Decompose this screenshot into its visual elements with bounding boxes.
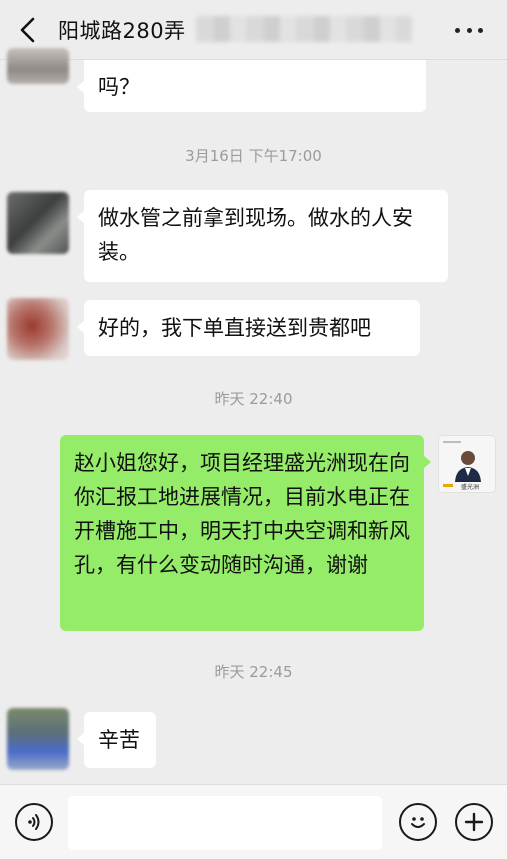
back-button[interactable]: [12, 14, 44, 46]
self-avatar[interactable]: 盛光洲: [438, 435, 496, 493]
plus-button[interactable]: [455, 803, 493, 841]
message-bubble[interactable]: 赵小姐您好，项目经理盛光洲现在向你汇报工地进展情况，目前水电正在开槽施工中，明天…: [60, 435, 431, 631]
contact-avatar[interactable]: [7, 48, 69, 84]
voice-button[interactable]: [15, 803, 53, 841]
message-text: 吗？: [98, 75, 140, 99]
message-bubble[interactable]: 辛苦: [77, 712, 156, 768]
message-input[interactable]: [68, 796, 382, 850]
contact-avatar[interactable]: [7, 708, 69, 770]
message-bubble[interactable]: 做水管之前拿到现场。做水的人安装。: [77, 190, 448, 282]
more-dots-icon: [455, 27, 460, 33]
plus-icon: [464, 812, 484, 832]
emoji-icon: [411, 817, 425, 828]
redacted-title-area: [196, 16, 412, 42]
chevron-left-icon: [20, 17, 35, 43]
self-avatar-name-tag: 盛光洲: [461, 484, 480, 491]
voice-icon: [28, 814, 40, 830]
timestamp: 3月16日 下午17:00: [185, 147, 322, 165]
message-text: 好的，我下单直接送到贵都吧: [98, 316, 371, 340]
chat-header: 阳城路280弄: [0, 0, 507, 60]
contact-avatar[interactable]: [7, 192, 69, 254]
timestamp: 昨天 22:45: [214, 663, 293, 681]
input-bar: [0, 784, 507, 859]
message-bubble[interactable]: 吗？: [77, 60, 426, 112]
contact-avatar[interactable]: [7, 298, 69, 360]
more-button[interactable]: [455, 27, 483, 33]
message-text: 赵小姐您好，项目经理盛光洲现在向你汇报工地进展情况，目前水电正在开槽施工中，明天…: [74, 451, 410, 577]
chat-title: 阳城路280弄: [58, 19, 186, 43]
message-text: 辛苦: [98, 728, 140, 752]
message-text: 做水管之前拿到现场。做水的人安装。: [98, 206, 413, 264]
message-bubble[interactable]: 好的，我下单直接送到贵都吧: [77, 300, 420, 356]
emoji-button[interactable]: [399, 803, 437, 841]
timestamp: 昨天 22:40: [214, 390, 293, 408]
